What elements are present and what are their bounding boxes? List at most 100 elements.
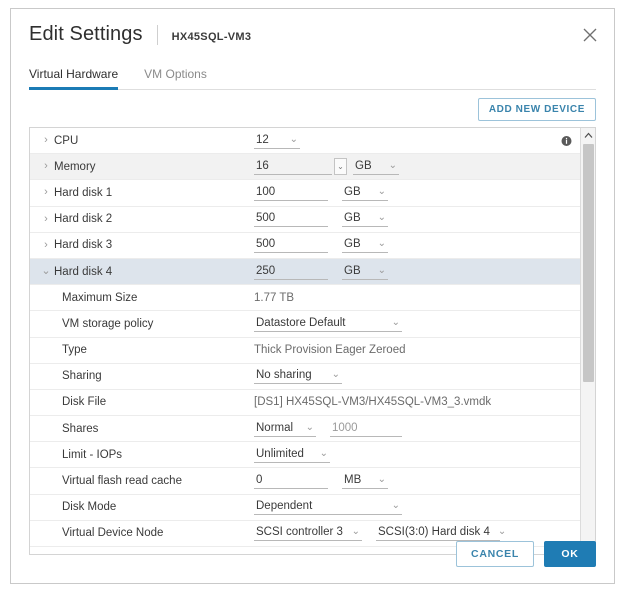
value-area: Dependent ⌄ (254, 495, 574, 520)
detail-row-label: Shares (62, 422, 99, 435)
expand-caret-icon[interactable]: › (38, 161, 54, 172)
device-row-cpu[interactable]: › CPU 12 ⌄ (30, 128, 580, 155)
device-row-hard-disk-4[interactable]: ⌄ Hard disk 4 GB ⌄ (30, 258, 580, 286)
vm-storage-policy-select[interactable]: Datastore Default ⌄ (254, 316, 402, 332)
memory-stepper-dropdown-button[interactable]: ⌄ (334, 158, 347, 176)
cancel-button[interactable]: CANCEL (456, 541, 534, 567)
value-area: GB ⌄ (254, 207, 574, 232)
value-area: GB ⌄ (254, 180, 574, 205)
cpu-count-select[interactable]: 12 ⌄ (254, 133, 300, 149)
detail-row-limit-iops[interactable]: Limit - IOPs Unlimited ⌄ (30, 442, 580, 469)
hard-disk-4-size-input[interactable] (254, 263, 328, 280)
device-row-label: CPU (54, 134, 79, 147)
tab-virtual-hardware[interactable]: Virtual Hardware (29, 67, 119, 90)
detail-row-label: Type (62, 344, 87, 357)
expand-caret-icon[interactable]: › (38, 239, 54, 251)
value-area: No sharing ⌄ (254, 364, 574, 389)
detail-row-virtual-flash-read-cache[interactable]: Virtual flash read cache MB ⌄ (30, 468, 580, 495)
detail-row-type: Type Thick Provision Eager Zeroed (30, 337, 580, 364)
value-area: 1.77 TB (254, 285, 574, 310)
limit-iops-select[interactable]: Unlimited ⌄ (254, 447, 330, 463)
maximum-size-value: 1.77 TB (254, 291, 295, 304)
hard-disk-2-unit-value: GB (344, 212, 361, 225)
detail-row-disk-file: Disk File [DS1] HX45SQL-VM3/HX45SQL-VM3_… (30, 389, 580, 417)
detail-row-disk-mode[interactable]: Disk Mode Dependent ⌄ (30, 494, 580, 521)
value-area: Thick Provision Eager Zeroed (254, 338, 574, 363)
chevron-down-icon: ⌄ (337, 161, 344, 171)
scrollbar-thumb[interactable] (583, 144, 594, 382)
hard-disk-3-unit-value: GB (344, 238, 361, 251)
dialog-footer: CANCEL OK (11, 525, 614, 583)
device-list-scroll-area: › CPU 12 ⌄ › Memory 16 ⌄ GB ⌄ › Hard dis… (30, 128, 580, 554)
device-row-hard-disk-2[interactable]: › Hard disk 2 GB ⌄ (30, 206, 580, 233)
device-list-scrollbar[interactable] (580, 128, 595, 554)
limit-iops-value: Unlimited (256, 447, 304, 460)
hard-disk-3-size-input[interactable] (254, 237, 328, 254)
scroll-up-arrow-icon[interactable] (581, 128, 595, 142)
value-area: MB ⌄ (254, 468, 574, 493)
expand-caret-icon[interactable]: › (38, 213, 54, 225)
virtual-flash-read-cache-unit-value: MB (344, 474, 362, 487)
ok-button[interactable]: OK (544, 541, 596, 567)
detail-row-maximum-size: Maximum Size 1.77 TB (30, 285, 580, 312)
hard-disk-2-size-input[interactable] (254, 211, 328, 228)
device-row-label: Hard disk 4 (54, 265, 113, 278)
hard-disk-2-unit-select[interactable]: GB ⌄ (342, 211, 388, 228)
value-area: 12 ⌄ (254, 128, 574, 153)
device-list-panel: › CPU 12 ⌄ › Memory 16 ⌄ GB ⌄ › Hard dis… (29, 127, 596, 555)
collapse-caret-icon[interactable]: ⌄ (38, 266, 54, 277)
chevron-down-icon: ⌄ (377, 264, 386, 276)
hard-disk-4-unit-value: GB (344, 264, 361, 277)
device-row-label: Memory (54, 160, 96, 173)
dialog-header: Edit Settings HX45SQL-VM3 (11, 9, 614, 55)
device-row-label: Hard disk 3 (54, 239, 113, 252)
detail-row-vm-storage-policy[interactable]: VM storage policy Datastore Default ⌄ (30, 311, 580, 338)
detail-row-label: Sharing (62, 370, 102, 383)
device-row-label: Hard disk 2 (54, 213, 113, 226)
hard-disk-1-unit-select[interactable]: GB ⌄ (342, 185, 388, 201)
detail-row-label: Disk Mode (62, 501, 117, 514)
shares-level-select[interactable]: Normal ⌄ (254, 421, 316, 437)
value-area: Normal ⌄ (254, 416, 574, 441)
chevron-down-icon: ⌄ (391, 316, 400, 328)
value-area: [DS1] HX45SQL-VM3/HX45SQL-VM3_3.vmdk (254, 390, 574, 415)
memory-unit-value: GB (355, 159, 372, 172)
hard-disk-3-unit-select[interactable]: GB ⌄ (342, 237, 388, 254)
close-icon[interactable] (580, 25, 600, 45)
shares-value-input[interactable] (330, 420, 402, 437)
hard-disk-4-unit-select[interactable]: GB ⌄ (342, 264, 388, 280)
disk-mode-value: Dependent (256, 500, 313, 513)
sharing-select[interactable]: No sharing ⌄ (254, 368, 342, 385)
detail-row-sharing[interactable]: Sharing No sharing ⌄ (30, 363, 580, 390)
tab-bar: Virtual Hardware VM Options (29, 61, 596, 90)
value-area: GB ⌄ (254, 233, 574, 258)
title-divider (156, 24, 158, 45)
device-row-hard-disk-1[interactable]: › Hard disk 1 GB ⌄ (30, 180, 580, 207)
cpu-count-value: 12 (256, 133, 269, 146)
detail-row-shares[interactable]: Shares Normal ⌄ (30, 416, 580, 443)
page-title: Edit Settings (29, 23, 143, 45)
chevron-down-icon: ⌄ (388, 159, 397, 171)
sharing-value: No sharing (256, 369, 312, 382)
device-row-memory[interactable]: › Memory ⌄ GB ⌄ (30, 154, 580, 181)
tab-vm-options[interactable]: VM Options (144, 67, 207, 90)
disk-mode-select[interactable]: Dependent ⌄ (254, 499, 402, 516)
hard-disk-1-size-input[interactable] (254, 184, 328, 201)
expand-caret-icon[interactable]: › (38, 135, 54, 146)
add-new-device-button[interactable]: ADD NEW DEVICE (477, 98, 596, 121)
detail-row-label: Disk File (62, 396, 107, 409)
detail-row-label: Virtual flash read cache (62, 475, 182, 488)
disk-type-value: Thick Provision Eager Zeroed (254, 344, 406, 357)
vm-object-name: HX45SQL-VM3 (171, 31, 252, 43)
hard-disk-1-unit-value: GB (344, 185, 361, 198)
virtual-flash-read-cache-input[interactable] (254, 473, 328, 490)
virtual-flash-read-cache-unit-select[interactable]: MB ⌄ (342, 473, 388, 490)
memory-size-input[interactable] (254, 158, 332, 175)
memory-unit-select[interactable]: GB ⌄ (353, 159, 399, 175)
shares-level-value: Normal (256, 421, 294, 434)
expand-caret-icon[interactable]: › (38, 187, 54, 198)
device-row-hard-disk-3[interactable]: › Hard disk 3 GB ⌄ (30, 232, 580, 259)
info-icon[interactable] (561, 135, 572, 146)
chevron-down-icon: ⌄ (377, 185, 386, 197)
chevron-down-icon: ⌄ (377, 212, 386, 224)
